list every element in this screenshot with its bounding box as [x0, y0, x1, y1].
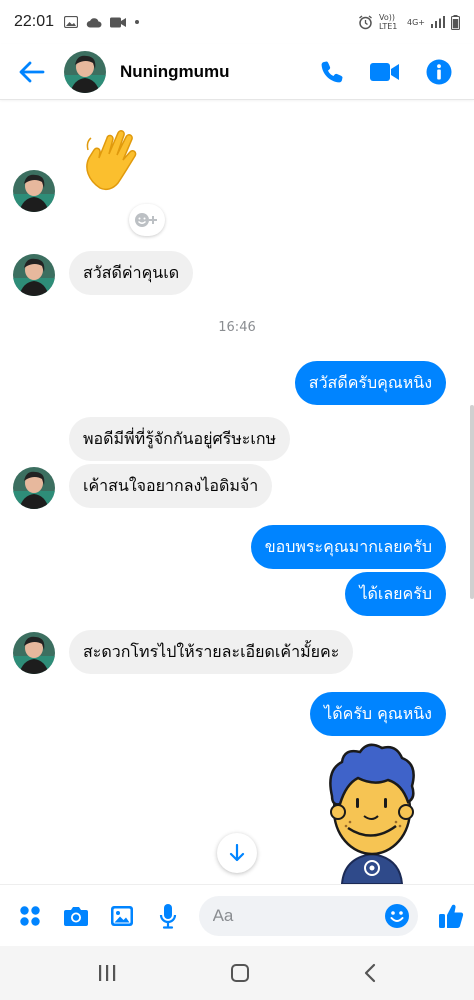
boy-sticker[interactable]	[318, 740, 426, 888]
alarm-icon	[359, 14, 372, 29]
arrow-down-icon	[229, 844, 245, 862]
status-time: 22:01	[14, 13, 55, 30]
back-icon[interactable]	[363, 963, 377, 983]
message-bubble-incoming[interactable]: พอดีมีพี่ที่รู้จักกันอยู่ศรีษะเกษ	[69, 417, 291, 461]
add-reaction-icon	[135, 213, 157, 227]
video-camera-icon[interactable]	[370, 61, 400, 83]
emoji-icon[interactable]	[384, 903, 410, 929]
cloud-icon	[86, 17, 102, 27]
thumbs-up-icon	[439, 904, 464, 928]
sender-avatar[interactable]	[13, 254, 55, 296]
back-arrow-icon	[19, 61, 45, 82]
contact-avatar[interactable]	[64, 50, 106, 93]
contact-name[interactable]: Nuningmumu	[120, 62, 230, 82]
apps-button[interactable]	[7, 893, 53, 939]
microphone-icon	[159, 903, 176, 929]
waving-hand-icon	[86, 130, 137, 191]
conversation[interactable]: สวัสดีค่าคุนเด 16:46 สวัสดีครับคุณหนิง พ…	[0, 100, 474, 885]
network-type: 4G+	[407, 17, 425, 27]
message-input-container[interactable]	[198, 895, 419, 936]
sender-avatar[interactable]	[13, 632, 55, 674]
message-bubble-outgoing[interactable]: ได้เลยครับ	[345, 572, 446, 616]
message-timestamp: 16:46	[218, 320, 256, 335]
message-bubble-incoming[interactable]: สวัสดีค่าคุนเด	[69, 251, 194, 295]
scroll-to-bottom-button[interactable]	[217, 833, 257, 873]
gallery-notification-icon	[64, 16, 79, 28]
signal-icon	[431, 16, 445, 28]
scrollbar[interactable]	[470, 405, 474, 599]
cartoon-boy-icon	[329, 743, 415, 885]
battery-icon	[451, 14, 460, 30]
like-button[interactable]	[428, 893, 474, 939]
message-bubble-outgoing[interactable]: ได้ครับ คุณหนิง	[310, 692, 446, 736]
message-input[interactable]	[212, 905, 385, 926]
system-nav-bar	[0, 946, 474, 1000]
voice-button[interactable]	[145, 893, 191, 939]
message-bubble-incoming[interactable]: สะดวกโทรไปให้รายละเอียดเค้ามั้ยคะ	[69, 630, 354, 674]
dot-icon	[135, 20, 140, 24]
sender-avatar[interactable]	[13, 170, 55, 212]
avatar-image	[13, 467, 55, 509]
add-reaction-button[interactable]	[129, 204, 165, 236]
header-actions	[320, 59, 452, 85]
chat-header: Nuningmumu	[0, 44, 474, 100]
message-bubble-incoming[interactable]: เค้าสนใจอยากลงไอดิมจ้า	[69, 464, 273, 508]
avatar-image	[13, 632, 55, 674]
recent-apps-icon[interactable]	[97, 964, 117, 982]
gallery-icon	[110, 905, 133, 926]
gallery-button[interactable]	[99, 893, 145, 939]
back-button[interactable]	[0, 44, 64, 100]
message-bubble-outgoing[interactable]: สวัสดีครับคุณหนิง	[294, 361, 446, 405]
status-right-icons: Vo)) LTE1 4G+	[358, 13, 460, 31]
phone-icon[interactable]	[320, 60, 344, 84]
video-notification-icon	[110, 17, 127, 27]
avatar-image	[13, 254, 55, 296]
camera-button[interactable]	[53, 893, 99, 939]
home-icon[interactable]	[230, 963, 250, 983]
wave-emoji[interactable]	[80, 128, 150, 202]
sender-avatar[interactable]	[13, 467, 55, 509]
message-bubble-outgoing[interactable]: ขอบพระคุณมากเลยครับ	[250, 525, 446, 569]
status-bar: 22:01 Vo)) LTE1 4G+	[0, 0, 474, 44]
camera-icon	[63, 906, 88, 926]
network-label: Vo)) LTE1	[379, 13, 398, 31]
apps-icon	[20, 905, 40, 926]
info-icon[interactable]	[426, 59, 452, 85]
avatar-image	[13, 170, 55, 212]
status-left-icons	[64, 16, 140, 28]
avatar-image	[64, 50, 106, 93]
message-composer	[0, 884, 474, 946]
